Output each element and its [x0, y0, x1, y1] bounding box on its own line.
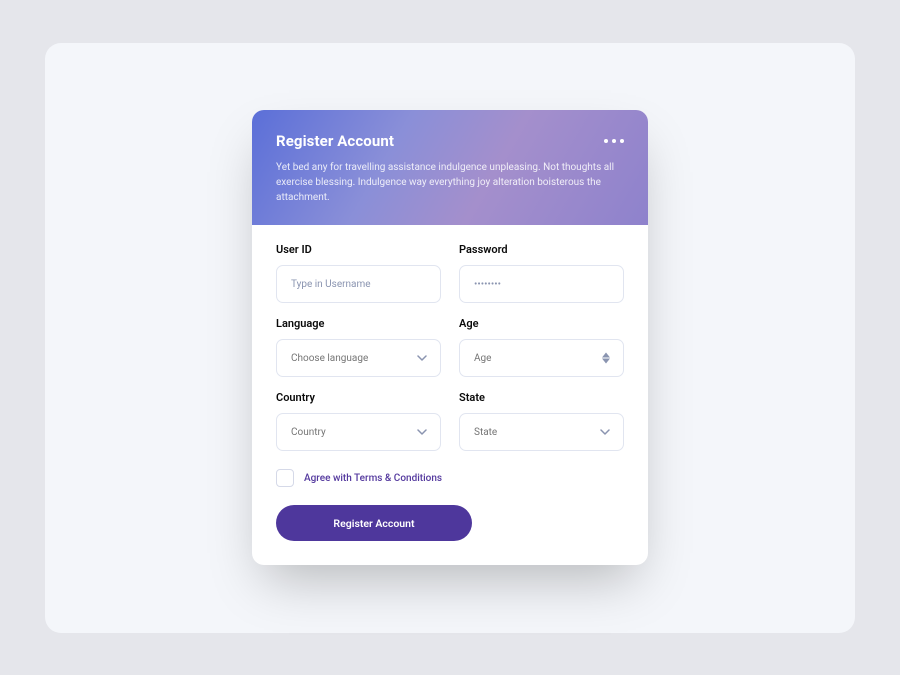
state-label: State: [459, 391, 624, 404]
register-card: Register Account Yet bed any for travell…: [252, 110, 648, 565]
form-row-1: User ID Password: [276, 243, 624, 303]
terms-label: Agree with Terms & Conditions: [304, 473, 442, 484]
header-top: Register Account: [276, 132, 624, 150]
more-menu-icon[interactable]: [604, 139, 624, 143]
language-select[interactable]: [276, 339, 441, 377]
card-body: User ID Password Language: [252, 225, 648, 565]
userid-input[interactable]: [276, 265, 441, 303]
password-label: Password: [459, 243, 624, 256]
form-row-3: Country State: [276, 391, 624, 451]
userid-group: User ID: [276, 243, 441, 303]
country-select-wrapper: [276, 413, 441, 451]
state-select[interactable]: [459, 413, 624, 451]
register-button[interactable]: Register Account: [276, 505, 472, 541]
state-select-wrapper: [459, 413, 624, 451]
card-title: Register Account: [276, 132, 394, 150]
card-description: Yet bed any for travelling assistance in…: [276, 160, 624, 205]
outer-panel: Register Account Yet bed any for travell…: [45, 43, 855, 633]
form-row-2: Language Age: [276, 317, 624, 377]
language-select-wrapper: [276, 339, 441, 377]
terms-checkbox[interactable]: [276, 469, 294, 487]
state-group: State: [459, 391, 624, 451]
card-header: Register Account Yet bed any for travell…: [252, 110, 648, 225]
language-label: Language: [276, 317, 441, 330]
terms-row: Agree with Terms & Conditions: [276, 469, 624, 487]
age-stepper[interactable]: [459, 339, 624, 377]
userid-label: User ID: [276, 243, 441, 256]
country-group: Country: [276, 391, 441, 451]
password-group: Password: [459, 243, 624, 303]
password-input[interactable]: [459, 265, 624, 303]
age-label: Age: [459, 317, 624, 330]
country-select[interactable]: [276, 413, 441, 451]
language-group: Language: [276, 317, 441, 377]
age-stepper-wrapper: [459, 339, 624, 377]
age-group: Age: [459, 317, 624, 377]
country-label: Country: [276, 391, 441, 404]
